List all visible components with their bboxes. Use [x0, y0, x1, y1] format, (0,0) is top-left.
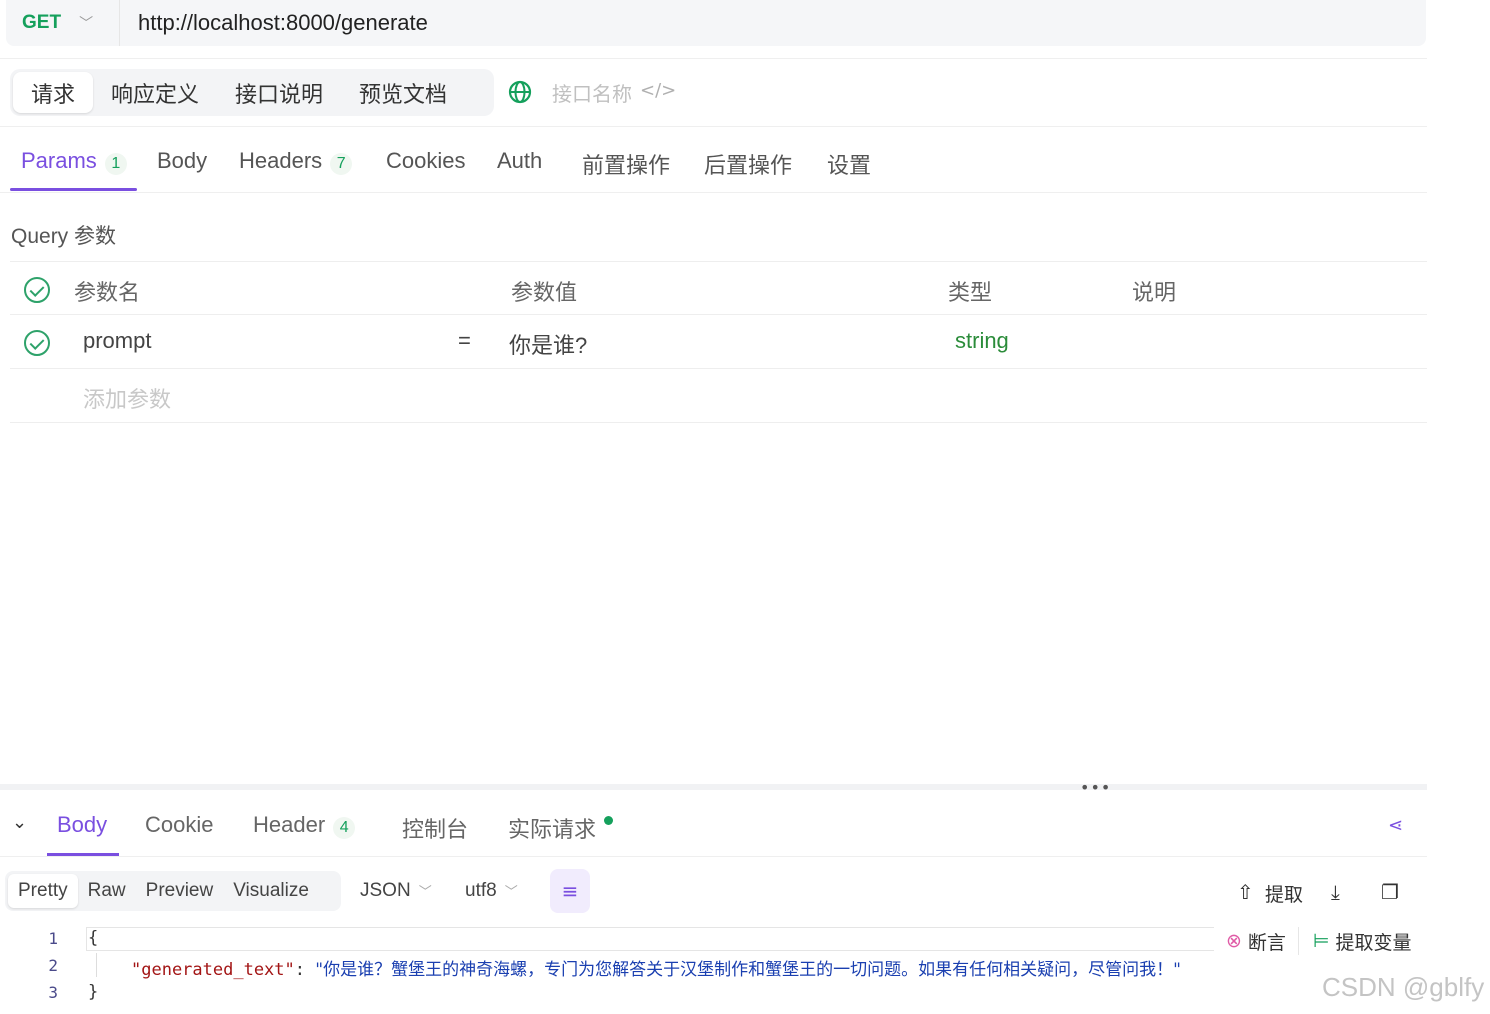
encoding-label: utf8: [465, 880, 497, 901]
mode-pretty[interactable]: Pretty: [8, 874, 78, 908]
extract-variable-button[interactable]: 提取变量: [1336, 928, 1412, 955]
wrap-lines-icon[interactable]: ≡: [550, 869, 590, 913]
tab-headers[interactable]: Headers 7: [239, 148, 353, 175]
format-select[interactable]: JSON ﹀: [360, 880, 432, 902]
divider: [0, 856, 1427, 857]
param-type-select[interactable]: string: [955, 328, 1009, 354]
tab-response-body[interactable]: Body: [57, 812, 107, 838]
mode-visualize[interactable]: Visualize: [223, 874, 319, 908]
download-icon[interactable]: ⤓: [1331, 880, 1340, 904]
extract-variable-icon: ⊨: [1312, 930, 1330, 952]
select-all-checkbox[interactable]: [24, 277, 50, 303]
tab-console[interactable]: 控制台: [402, 812, 468, 844]
tab-body[interactable]: Body: [157, 148, 207, 174]
copy-icon[interactable]: ❐: [1381, 880, 1399, 904]
column-header-value: 参数值: [511, 280, 578, 305]
tab-post-operations[interactable]: 后置操作: [704, 148, 792, 180]
extract-button[interactable]: 提取: [1265, 880, 1303, 907]
tab-response-cookie[interactable]: Cookie: [145, 812, 213, 838]
tab-pre-operations[interactable]: 前置操作: [582, 148, 670, 180]
params-table: 参数名 参数值 类型 说明 prompt = 你是谁? string 添加参数: [10, 261, 1427, 423]
assert-icon: ⊗: [1226, 930, 1242, 952]
chevron-down-icon[interactable]: ⌄: [12, 812, 27, 833]
upload-icon[interactable]: ⇧: [1237, 880, 1254, 904]
assert-toolbar: ⊗ 断言 ⊨ 提取变量: [1214, 925, 1412, 957]
count-badge: 7: [330, 153, 353, 175]
code-line: }: [88, 982, 99, 1002]
chevron-down-icon: ﹀: [79, 16, 94, 32]
divider: [1297, 927, 1299, 955]
column-header-description: 说明: [1132, 280, 1177, 305]
mode-preview[interactable]: Preview: [136, 874, 224, 908]
tab-cookies[interactable]: Cookies: [386, 148, 465, 174]
line-number: 2: [48, 956, 58, 975]
assert-button[interactable]: 断言: [1248, 928, 1286, 955]
globe-icon[interactable]: [508, 80, 532, 104]
interface-name-input[interactable]: 接口名称: [552, 78, 632, 107]
tab-response-definition[interactable]: 响应定义: [93, 72, 217, 113]
line-number: 1: [48, 929, 58, 948]
indent-guide: [96, 953, 97, 977]
code-line: "generated_text": "你是谁？蟹堡王的神奇海螺，专门为您解答关于…: [131, 955, 1181, 980]
equals-sign: =: [458, 328, 471, 353]
status-dot: [604, 816, 614, 825]
tab-auth[interactable]: Auth: [497, 148, 542, 174]
url-input[interactable]: http://localhost:8000/generate: [120, 10, 428, 36]
divider: [0, 58, 1427, 59]
active-tab-indicator: [10, 188, 137, 191]
add-param-row: 添加参数: [10, 369, 1427, 423]
json-string-value: "你是谁？蟹堡王的神奇海螺，专门为您解答关于汉堡制作和蟹堡王的一切问题。如果有任…: [315, 960, 1181, 980]
drag-handle-icon[interactable]: •••: [1080, 778, 1111, 797]
panel-splitter[interactable]: [0, 784, 1427, 790]
count-badge: 1: [104, 153, 127, 175]
table-header-row: 参数名 参数值 类型 说明: [10, 261, 1427, 315]
method-select[interactable]: GET ﹀: [6, 0, 120, 46]
tab-params[interactable]: Params 1: [21, 148, 127, 175]
column-header-name: 参数名: [74, 280, 141, 305]
param-name-input[interactable]: prompt: [83, 328, 151, 354]
code-icon[interactable]: </>: [640, 80, 676, 101]
param-value-input[interactable]: 你是谁?: [509, 328, 587, 360]
tab-label: 实际请求: [508, 817, 597, 842]
format-label: JSON: [360, 880, 411, 901]
request-tabs: Params 1 Body Headers 7 Cookies Auth 前置操作 …: [0, 140, 1427, 192]
share-icon[interactable]: ⋖: [1388, 815, 1403, 836]
count-badge: 4: [333, 817, 356, 839]
top-tabs: 请求 响应定义 接口说明 预览文档: [10, 69, 494, 116]
column-header-type: 类型: [948, 280, 993, 305]
view-mode-tabs: Pretty Raw Preview Visualize: [5, 871, 341, 911]
tab-settings[interactable]: 设置: [827, 148, 871, 180]
tab-request[interactable]: 请求: [13, 72, 94, 113]
encoding-select[interactable]: utf8 ﹀: [465, 880, 518, 902]
url-bar: GET ﹀ http://localhost:8000/generate: [6, 0, 1426, 46]
current-line-highlight: [86, 927, 1226, 951]
method-label: GET: [22, 12, 62, 33]
mode-raw[interactable]: Raw: [78, 874, 136, 908]
tab-actual-request[interactable]: 实际请求: [508, 812, 614, 844]
chevron-down-icon: ﹀: [418, 884, 432, 899]
section-title: Query 参数: [11, 225, 117, 248]
divider: [0, 192, 1427, 193]
tab-response-header[interactable]: Header 4: [253, 812, 356, 839]
line-number: 3: [48, 983, 58, 1002]
watermark: CSDN @gblfy: [1322, 972, 1485, 1002]
chevron-down-icon: ﹀: [504, 884, 518, 899]
row-enabled-checkbox[interactable]: [24, 330, 50, 356]
divider: [0, 126, 1427, 127]
add-param-input[interactable]: 添加参数: [83, 382, 171, 414]
tab-label: Params: [21, 148, 97, 173]
tab-label: Header: [253, 812, 326, 837]
tab-label: Headers: [239, 148, 323, 173]
tab-preview-doc[interactable]: 预览文档: [341, 72, 465, 113]
tab-api-description[interactable]: 接口说明: [217, 72, 341, 113]
table-row: prompt = 你是谁? string: [10, 315, 1427, 369]
json-colon: :: [294, 960, 316, 980]
json-key: "generated_text": [131, 960, 295, 980]
code-line: {: [88, 928, 99, 948]
